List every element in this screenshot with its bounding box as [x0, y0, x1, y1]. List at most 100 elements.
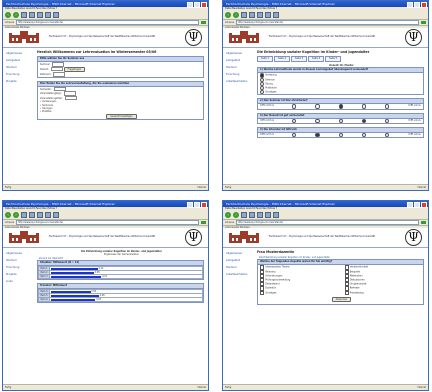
maximize-button[interactable]	[194, 202, 200, 208]
radio-button[interactable]	[338, 118, 343, 123]
favorites-icon[interactable]	[53, 212, 59, 218]
tab-page-5[interactable]: Seite 5	[325, 56, 342, 62]
address-input[interactable]: http://www.psychologie.uni-muenster.de/	[16, 219, 199, 226]
minimize-button[interactable]	[187, 202, 193, 208]
submit-button[interactable]: Absenden	[331, 296, 352, 303]
favorites-icon[interactable]	[273, 12, 279, 18]
radio-button[interactable]	[385, 104, 390, 109]
nav-item[interactable]: Allgemeines	[226, 52, 253, 55]
radio-button[interactable]	[315, 104, 320, 109]
maximize-button[interactable]	[414, 202, 420, 208]
go-button[interactable]	[201, 220, 206, 225]
close-button[interactable]	[201, 202, 207, 208]
tab-page-1[interactable]: Seite 1	[257, 56, 274, 62]
nav-item[interactable]: Lehrgebiet	[6, 59, 33, 62]
minimize-button[interactable]	[407, 202, 413, 208]
address-input[interactable]: http://www.psychologie.uni-muenster.de/	[236, 19, 419, 26]
go-button[interactable]	[421, 220, 426, 225]
radio-button[interactable]	[315, 118, 320, 123]
nav-item[interactable]: Projekte	[6, 80, 33, 83]
back-icon[interactable]: ‹	[225, 212, 231, 218]
radio-button[interactable]	[385, 118, 390, 123]
forward-icon[interactable]: ›	[233, 212, 239, 218]
radio-button[interactable]	[292, 104, 297, 109]
minimize-button[interactable]	[187, 2, 193, 8]
radio-button[interactable]	[292, 118, 297, 123]
favorites-icon[interactable]	[273, 212, 279, 218]
maximize-button[interactable]	[194, 2, 200, 8]
radio-button[interactable]	[361, 118, 367, 123]
nav-item[interactable]: Lehrgebiet	[226, 259, 253, 262]
go-button[interactable]	[421, 20, 426, 25]
radio-button[interactable]	[361, 132, 367, 137]
radio-button[interactable]	[385, 132, 390, 137]
option-row[interactable]: Sonstiges	[258, 90, 423, 95]
address-input[interactable]: http://www.psychologie.uni-muenster.de/	[236, 219, 419, 226]
radio-button[interactable]	[315, 132, 320, 137]
radio-button[interactable]	[260, 73, 265, 78]
back-icon[interactable]: ‹	[5, 12, 11, 18]
refresh-icon[interactable]	[29, 12, 35, 18]
radio-button[interactable]	[338, 132, 343, 137]
dozent-field[interactable]	[50, 66, 63, 72]
nav-item[interactable]: Arbeitseinheiten	[226, 80, 253, 83]
nav-item[interactable]: Allgemeines	[6, 252, 33, 255]
period-field[interactable]	[53, 72, 66, 77]
radio-button[interactable]	[292, 132, 297, 137]
go-button[interactable]	[201, 20, 206, 25]
home-icon[interactable]	[257, 212, 263, 218]
tab-page-4[interactable]: Seite 4	[308, 56, 325, 62]
stop-icon[interactable]	[21, 12, 27, 18]
stop-icon[interactable]	[241, 212, 247, 218]
back-icon[interactable]: ‹	[225, 12, 231, 18]
tab-page-3[interactable]: Seite 3	[291, 56, 308, 62]
checkbox-item[interactable]: Praxisbezug	[343, 290, 424, 295]
nav-item[interactable]: Lehrgebiet	[226, 59, 253, 62]
search-icon[interactable]	[45, 212, 51, 218]
close-button[interactable]	[201, 2, 207, 8]
tab-page-2[interactable]: Seite 2	[274, 56, 291, 62]
nav-item[interactable]: Allgemeines	[226, 252, 253, 255]
nav-item[interactable]: Allgemeines	[6, 52, 33, 55]
checkbox[interactable]	[344, 290, 349, 295]
minimize-button[interactable]	[407, 2, 413, 8]
questionnaire-button[interactable]: Fragebogen	[63, 66, 86, 73]
title-select[interactable]	[64, 95, 77, 101]
close-button[interactable]	[421, 202, 427, 208]
back-icon[interactable]: ‹	[5, 212, 11, 218]
nav-item[interactable]: Studium	[226, 66, 253, 69]
refresh-icon[interactable]	[249, 12, 255, 18]
address-input[interactable]: http://www.psychologie.uni-muenster.de/	[16, 19, 199, 26]
checkbox[interactable]	[260, 290, 265, 295]
home-icon[interactable]	[257, 12, 263, 18]
nav-item[interactable]: Studium	[6, 259, 33, 262]
home-icon[interactable]	[37, 12, 43, 18]
home-icon[interactable]	[37, 212, 43, 218]
search-icon[interactable]	[265, 212, 271, 218]
nav-item[interactable]: Arbeitseinheiten	[226, 273, 253, 276]
stop-icon[interactable]	[241, 12, 247, 18]
nav-item[interactable]: Studium	[226, 266, 253, 269]
forward-icon[interactable]: ›	[13, 212, 19, 218]
nav-item[interactable]: Forschung	[226, 73, 253, 76]
search-icon[interactable]	[45, 12, 51, 18]
favorites-icon[interactable]	[53, 12, 59, 18]
nav-item[interactable]: Forschung	[6, 73, 33, 76]
search-icon[interactable]	[265, 12, 271, 18]
radio-button[interactable]	[338, 104, 343, 109]
nav-item[interactable]: Projekte	[6, 273, 33, 276]
forward-icon[interactable]: ›	[233, 12, 239, 18]
maximize-button[interactable]	[414, 2, 420, 8]
refresh-icon[interactable]	[29, 212, 35, 218]
close-button[interactable]	[421, 2, 427, 8]
radio-button[interactable]	[361, 104, 367, 109]
forward-icon[interactable]: ›	[13, 12, 19, 18]
stop-icon[interactable]	[21, 212, 27, 218]
checkbox-item[interactable]: Sonstiges	[258, 290, 339, 295]
nav-item[interactable]: Studium	[6, 66, 33, 69]
nav-item[interactable]: Links	[6, 280, 33, 283]
radio-button[interactable]	[260, 90, 265, 95]
nav-item[interactable]: Forschung	[6, 266, 33, 269]
refresh-icon[interactable]	[249, 212, 255, 218]
confirm-button[interactable]: Auswahl bestätigen	[106, 113, 137, 120]
